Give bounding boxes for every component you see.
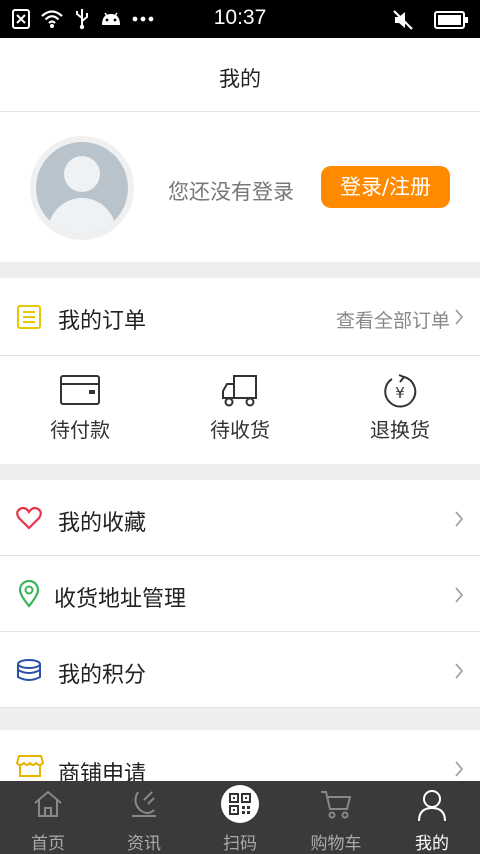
header: 我的 <box>0 38 480 112</box>
tab-news-label: 资讯 <box>127 834 161 854</box>
menu-list: 我的收藏 收货地址管理 我的积分 <box>0 480 480 708</box>
avatar[interactable] <box>30 136 134 240</box>
home-icon <box>32 788 64 824</box>
tab-mine[interactable]: 我的 <box>384 781 480 854</box>
address-management-label: 收货地址管理 <box>54 587 187 612</box>
chevron-right-icon <box>454 586 464 608</box>
favorites-label: 我的收藏 <box>58 511 147 536</box>
location-pin-icon <box>18 579 40 612</box>
tab-cart-label: 购物车 <box>310 834 362 854</box>
tab-home-label: 首页 <box>31 834 65 854</box>
coins-icon <box>16 658 42 688</box>
pending-payment-button[interactable]: 待付款 <box>0 356 160 464</box>
order-status-grid: 待付款 待收货 ¥ 退换货 <box>0 356 480 464</box>
svg-text:¥: ¥ <box>395 384 405 402</box>
order-list-icon <box>16 304 42 334</box>
points-row[interactable]: 我的积分 <box>0 632 480 708</box>
favorites-row[interactable]: 我的收藏 <box>0 480 480 556</box>
points-label: 我的积分 <box>58 663 147 688</box>
return-exchange-button[interactable]: ¥ 退换货 <box>320 356 480 464</box>
tab-scan[interactable]: 扫码 <box>192 781 288 854</box>
tab-mine-label: 我的 <box>415 834 449 854</box>
tab-cart[interactable]: 购物车 <box>288 781 384 854</box>
heart-icon <box>16 506 42 534</box>
pending-payment-label: 待付款 <box>50 418 110 442</box>
not-logged-in-text: 您还没有登录 <box>168 180 294 204</box>
chevron-right-icon <box>454 308 464 330</box>
user-icon <box>416 788 448 826</box>
battery-icon <box>434 11 468 29</box>
tab-home[interactable]: 首页 <box>0 781 96 854</box>
page-title: 我的 <box>219 67 261 91</box>
chevron-right-icon <box>454 760 464 782</box>
refund-icon: ¥ <box>382 374 418 414</box>
address-management-row[interactable]: 收货地址管理 <box>0 556 480 632</box>
pending-receipt-button[interactable]: 待收货 <box>160 356 320 464</box>
pending-receipt-label: 待收货 <box>210 418 270 442</box>
login-register-button[interactable]: 登录/注册 <box>321 166 450 208</box>
my-orders-row[interactable]: 我的订单 查看全部订单 <box>0 278 480 356</box>
wallet-icon <box>59 374 101 410</box>
chevron-right-icon <box>454 510 464 532</box>
status-bar: 10:37 <box>0 0 480 38</box>
profile-section: 您还没有登录 登录/注册 <box>0 112 480 262</box>
orders-section: 我的订单 查看全部订单 待付款 待收货 ¥ 退换货 <box>0 278 480 464</box>
mute-icon <box>393 10 413 30</box>
shop-apply-row[interactable]: 商铺申请 <box>0 730 480 787</box>
default-user-icon <box>36 142 128 234</box>
tab-scan-label: 扫码 <box>223 834 257 854</box>
shop-icon <box>15 754 45 782</box>
chevron-right-icon <box>454 662 464 684</box>
cart-icon <box>319 788 353 824</box>
my-orders-label: 我的订单 <box>58 309 147 334</box>
bottom-tab-bar: 首页 资讯 扫码 购物车 我的 <box>0 781 480 854</box>
qr-scan-icon <box>221 785 259 823</box>
truck-icon <box>220 374 260 412</box>
tab-news[interactable]: 资讯 <box>96 781 192 854</box>
return-exchange-label: 退换货 <box>370 418 430 442</box>
news-icon <box>128 788 160 824</box>
view-all-orders-link[interactable]: 查看全部订单 <box>336 306 450 333</box>
